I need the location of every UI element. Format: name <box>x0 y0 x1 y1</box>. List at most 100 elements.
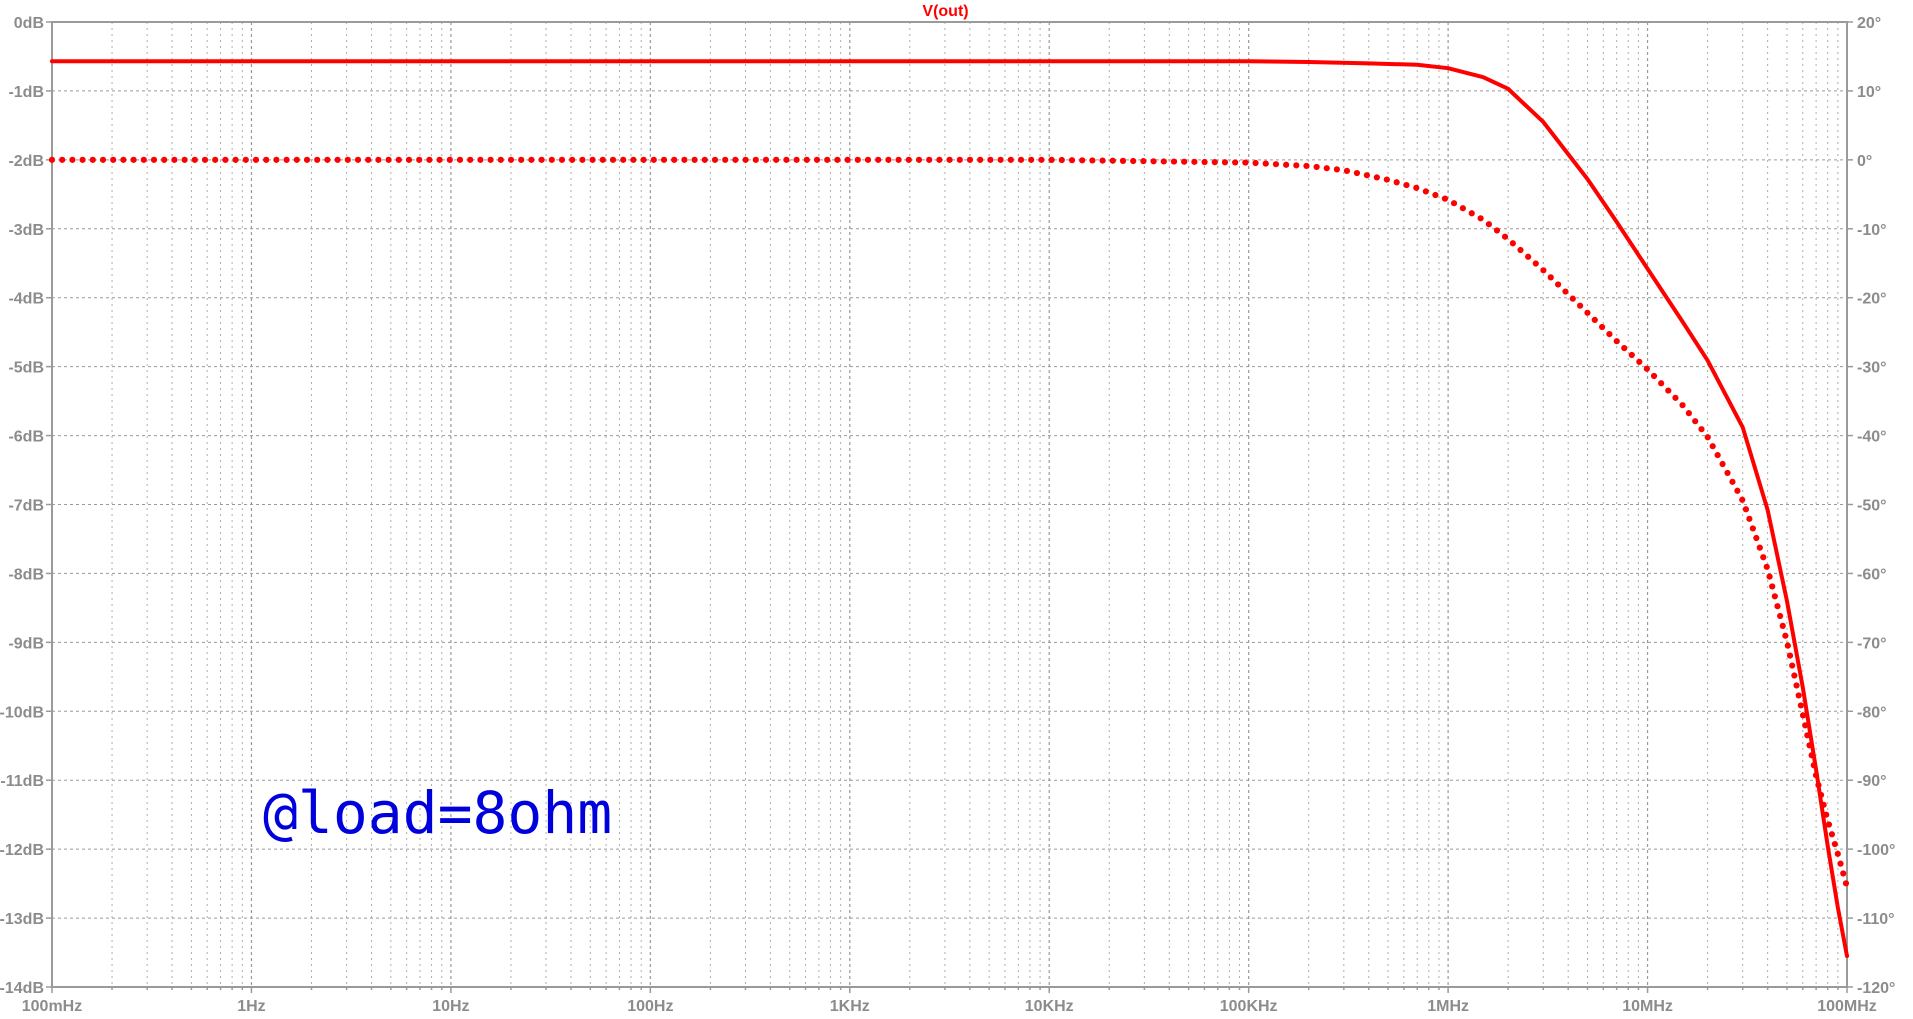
phase-trace-dot <box>263 156 270 163</box>
phase-trace-dot <box>1403 181 1410 189</box>
phase-trace-dot <box>1313 163 1320 171</box>
phase-trace-dot <box>1692 418 1699 425</box>
phase-trace-dot <box>1808 752 1815 759</box>
phase-trace-dot <box>691 156 698 163</box>
tick-layer: 0dB -1dB -2dB -3dB -4dB -5dB -6dB -7dB -8dB -9dB -… <box>0 15 1895 1015</box>
phase-trace-dot <box>497 156 504 163</box>
x-tick-label: 1KHz <box>830 998 870 1015</box>
phase-trace-dot <box>1068 157 1076 164</box>
y-right-tick-label: 0° <box>1857 153 1872 170</box>
phase-trace-dot <box>558 156 566 163</box>
phase-trace-dot <box>1739 496 1746 503</box>
phase-trace-dot <box>589 156 596 163</box>
phase-trace-dot <box>1089 157 1096 164</box>
phase-trace-dot <box>1485 221 1493 228</box>
phase-trace-dot <box>1293 162 1300 169</box>
phase-trace-dot <box>1130 157 1137 165</box>
phase-trace-dot <box>375 156 382 163</box>
phase-trace-dot <box>1562 288 1569 295</box>
phase-trace-dot <box>1477 215 1484 222</box>
phase-trace-dot <box>1554 281 1562 288</box>
phase-trace-dot <box>446 156 453 163</box>
phase-trace-dot <box>1383 176 1390 183</box>
phase-trace-dot <box>395 156 402 163</box>
phase-trace-dot <box>283 156 290 163</box>
phase-trace-dot <box>1817 791 1825 799</box>
y-left-tick-label: -5dB <box>8 360 44 377</box>
phase-trace-dot <box>1468 210 1475 217</box>
phase-trace-dot <box>1393 179 1400 186</box>
phase-trace-dot <box>201 156 209 163</box>
phase-trace-dot <box>1719 460 1726 468</box>
phase-trace-dot <box>1525 253 1532 260</box>
y-left-tick-label: -14dB <box>0 980 44 997</box>
y-left-tick-label: -2dB <box>8 153 44 170</box>
phase-trace-dot <box>1799 712 1807 719</box>
y-right-tick-label: -20° <box>1857 291 1887 308</box>
phase-trace-dot <box>752 156 759 163</box>
phase-trace-dot <box>59 156 66 163</box>
phase-trace-dot <box>1742 506 1750 513</box>
x-tick-label: 100mHz <box>22 998 82 1015</box>
phase-trace-dot <box>1777 612 1784 620</box>
phase-trace-dot <box>1766 573 1773 580</box>
y-left-tick-label: -6dB <box>8 429 44 446</box>
phase-trace-dot <box>1160 158 1167 165</box>
y-right-tick-label: -90° <box>1857 773 1887 790</box>
phase-trace-dot <box>354 156 362 163</box>
y-left-tick-label: -8dB <box>8 566 44 583</box>
phase-trace-dot <box>1779 622 1786 629</box>
phase-trace-dot <box>1459 205 1466 212</box>
phase-trace-dot <box>1333 166 1340 173</box>
x-tick-label: 100KHz <box>1220 998 1278 1015</box>
phase-trace-dot <box>1540 267 1547 274</box>
phase-trace-dot <box>1769 583 1776 590</box>
phase-trace-dot <box>467 156 474 163</box>
bode-plot: 0dB -1dB -2dB -3dB -4dB -5dB -6dB -7dB -8dB -9dB -… <box>0 3 1895 1015</box>
phase-trace-dot <box>1729 478 1736 485</box>
y-right-tick-label: -40° <box>1857 429 1887 446</box>
phase-trace-dot <box>864 156 872 163</box>
y-left-tick-label: -10dB <box>0 704 44 721</box>
phase-trace-dot <box>660 156 668 163</box>
phase-trace-dot <box>711 156 719 163</box>
phase-trace-dot <box>1685 410 1692 417</box>
phase-trace-dot <box>477 156 484 163</box>
phase-trace-dot <box>1802 722 1809 729</box>
phase-trace-dot <box>405 156 413 163</box>
phase-trace-dot <box>1422 188 1429 195</box>
phase-trace-dot <box>1650 372 1658 380</box>
y-right-tick-label: -30° <box>1857 360 1887 377</box>
phase-trace-dot <box>1532 260 1539 267</box>
phase-trace-dot <box>507 156 515 163</box>
phase-trace-dot <box>915 156 923 163</box>
phase-trace-dot <box>1181 158 1188 165</box>
phase-trace-dot <box>303 156 311 163</box>
phase-trace-dot <box>569 156 576 163</box>
phase-trace-dot <box>232 156 239 163</box>
phase-trace-dot <box>793 156 800 163</box>
phase-trace-dot <box>1079 157 1086 164</box>
phase-trace-dot <box>1017 156 1025 163</box>
phase-trace-dot <box>1201 158 1208 166</box>
phase-trace-dot <box>1509 240 1516 247</box>
phase-trace-dot <box>344 156 351 163</box>
phase-trace-dot <box>1373 174 1380 181</box>
phase-trace-dot <box>1621 344 1628 352</box>
y-left-tick-label: -3dB <box>8 222 44 239</box>
phase-trace-dot <box>1724 469 1731 477</box>
y-right-tick-label: 10° <box>1857 84 1881 101</box>
phase-trace-dot <box>773 156 780 163</box>
phase-trace-dot <box>1763 563 1770 570</box>
phase-trace-dot <box>1760 554 1767 561</box>
phase-trace-dot <box>1749 525 1756 532</box>
x-tick-label: 100MHz <box>1817 998 1877 1015</box>
phase-trace-dot <box>1323 165 1330 172</box>
phase-trace-dot <box>161 156 168 163</box>
phase-trace-dot <box>1450 200 1458 207</box>
phase-trace-dot <box>1058 156 1065 164</box>
phase-trace-dot <box>579 156 586 163</box>
phase-trace-dot <box>722 156 729 163</box>
phase-trace-dot <box>1665 387 1672 394</box>
phase-trace-dot <box>1806 742 1813 749</box>
